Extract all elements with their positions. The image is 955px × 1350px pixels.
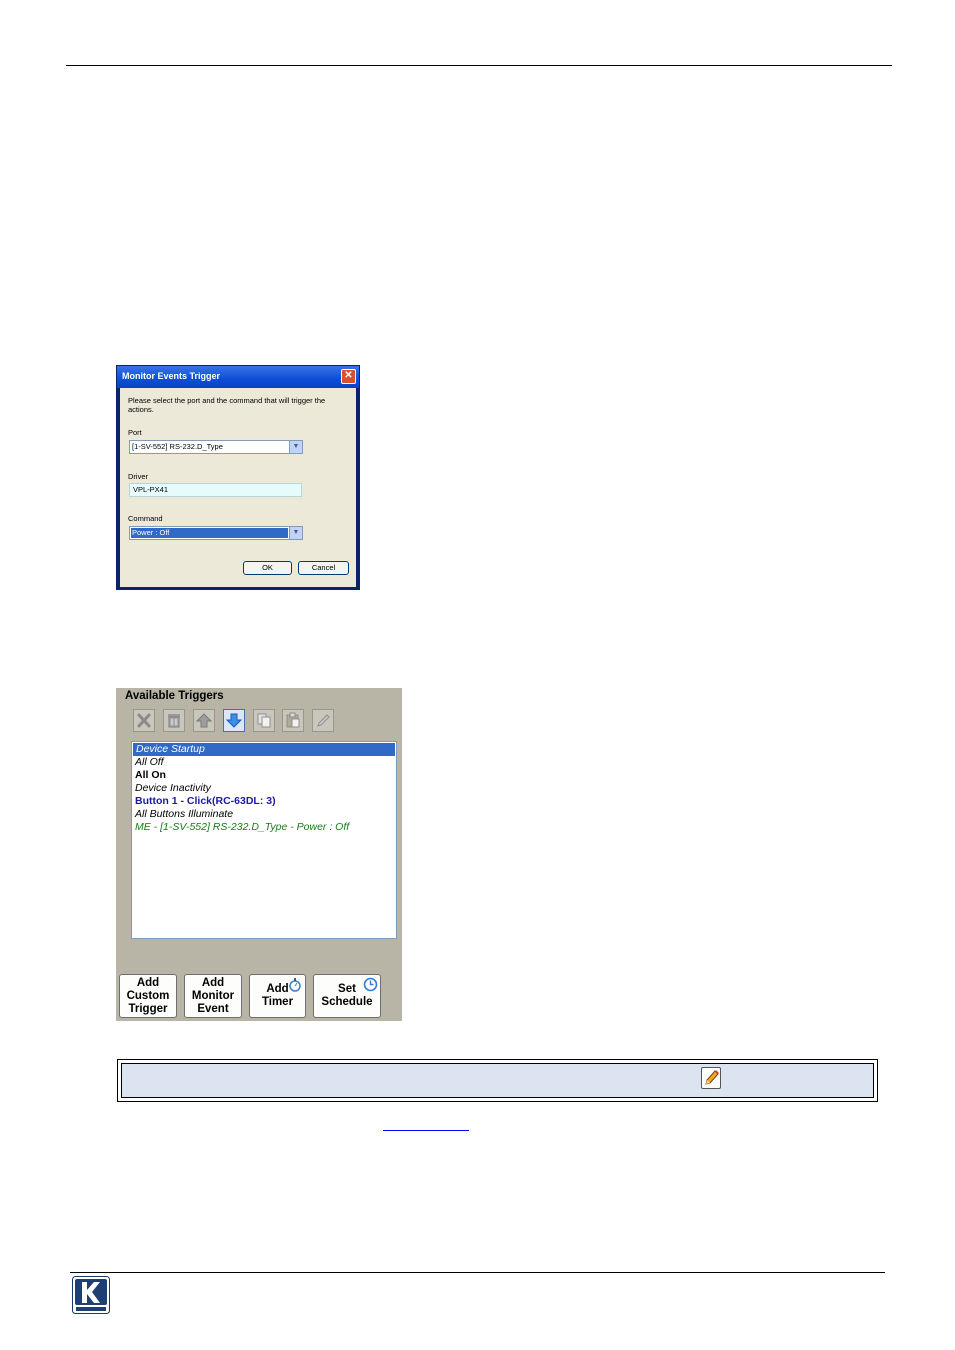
button-label-line: Add (136, 976, 160, 989)
button-label-line: Custom (126, 989, 170, 1002)
move-up-button[interactable] (193, 709, 215, 732)
footer-rule (70, 1272, 885, 1273)
triggers-list[interactable]: Device Startup All Off All On Device Inacti… (131, 741, 397, 939)
button-label-line: Monitor (191, 989, 235, 1002)
button-label-line: Event (197, 1002, 229, 1015)
move-up-icon (196, 713, 212, 728)
add-custom-trigger-button[interactable]: Add Custom Trigger (119, 974, 177, 1018)
dialog-body: Please select the port and the command t… (120, 388, 356, 587)
driver-value: VPL-PX41 (133, 485, 169, 494)
edit-button[interactable] (312, 709, 334, 732)
button-label-line: Trigger (128, 1002, 168, 1015)
ok-button[interactable]: OK (243, 561, 292, 575)
trigger-list-item[interactable]: All On (135, 769, 166, 782)
button-label-line: Schedule (321, 996, 373, 1008)
trigger-list-item[interactable]: All Off (135, 756, 164, 769)
edit-icon (317, 714, 330, 727)
copy-button[interactable] (253, 709, 275, 732)
trigger-list-item[interactable]: All Buttons Illuminate (135, 808, 233, 821)
trigger-list-item[interactable]: Device Startup (133, 743, 395, 756)
port-label: Port (128, 428, 142, 437)
paste-icon (286, 712, 300, 728)
command-value: Power : Off (132, 528, 170, 537)
trigger-list-item[interactable]: Button 1 - Click(RC-63DL: 3) (135, 795, 276, 808)
stopwatch-icon (289, 978, 301, 992)
delete-icon (137, 713, 151, 728)
monitor-events-trigger-dialog: Monitor Events Trigger ✕ Please select t… (116, 365, 360, 590)
trigger-list-item[interactable]: ME - [1-SV-552] RS-232.D_Type - Power : … (135, 821, 349, 834)
set-schedule-button[interactable]: Set Schedule (313, 974, 381, 1018)
chevron-down-icon[interactable]: ▼ (289, 527, 302, 539)
cancel-button[interactable]: Cancel (298, 561, 349, 575)
note-box-inner (121, 1063, 874, 1098)
trigger-list-item[interactable]: Device Inactivity (135, 782, 211, 795)
paste-button[interactable] (282, 709, 304, 732)
hyperlink-underline[interactable] (383, 1130, 469, 1131)
delete-button[interactable] (133, 709, 155, 732)
dialog-instructions: Please select the port and the command t… (128, 396, 326, 414)
trash-button[interactable] (163, 709, 185, 732)
trash-icon (168, 714, 180, 728)
header-rule (66, 65, 892, 66)
button-label-line: Add (201, 976, 225, 989)
driver-label: Driver (128, 472, 148, 481)
available-triggers-panel: Available Triggers Device Startup All Off… (116, 688, 402, 1021)
move-down-button[interactable] (223, 709, 245, 732)
close-button[interactable]: ✕ (341, 369, 356, 384)
add-timer-button[interactable]: Add Timer (249, 974, 306, 1018)
note-box (117, 1059, 878, 1102)
move-down-icon (226, 713, 242, 728)
button-label-line: Timer (261, 996, 294, 1008)
command-label: Command (128, 514, 163, 523)
port-value: [1-SV-552] RS-232.D_Type (132, 442, 223, 451)
chevron-down-icon[interactable]: ▼ (289, 441, 302, 453)
port-select[interactable]: [1-SV-552] RS-232.D_Type ▼ (129, 440, 303, 454)
panel-title: Available Triggers (125, 690, 224, 702)
clock-icon (363, 977, 378, 992)
close-icon: ✕ (344, 370, 353, 381)
dialog-title: Monitor Events Trigger (122, 371, 221, 381)
dialog-title-bar[interactable]: Monitor Events Trigger ✕ (117, 366, 359, 388)
pencil-icon (701, 1067, 721, 1089)
command-select[interactable]: Power : Off ▼ (129, 526, 303, 540)
driver-field: VPL-PX41 (129, 483, 302, 497)
copy-icon (257, 713, 271, 728)
kramer-logo (72, 1276, 110, 1314)
add-monitor-event-button[interactable]: Add Monitor Event (184, 974, 242, 1018)
